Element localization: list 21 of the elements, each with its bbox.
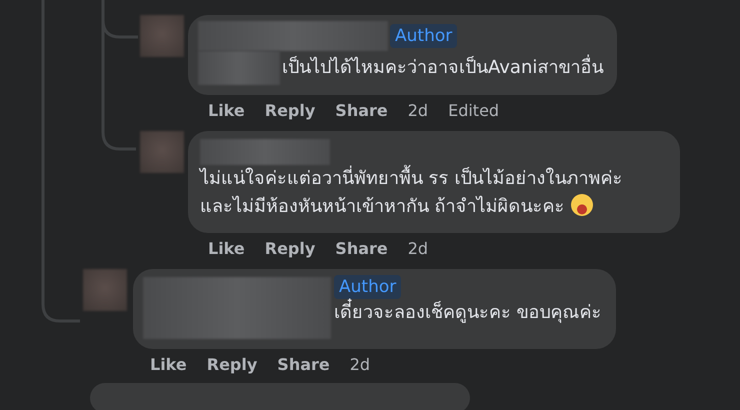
avatar-placeholder[interactable] — [140, 15, 184, 57]
timestamp[interactable]: 2d — [408, 238, 428, 258]
comment-text: เป็นไปได้ไหมคะว่าอาจเป็นAvaniสาขาอื่น — [282, 54, 604, 82]
comment-action-link[interactable]: Reply — [264, 100, 316, 120]
author-badge: Author — [390, 24, 458, 48]
timestamp[interactable]: 2d — [350, 354, 370, 374]
comment-text: เดี๋ยวจะลองเช็คดูนะคะ ขอบคุณค่ะ — [334, 299, 602, 327]
comment-action-link[interactable]: Share — [277, 354, 330, 374]
comment-action-link[interactable]: Share — [335, 100, 388, 120]
comment-action-link[interactable]: Like — [208, 100, 245, 120]
comment-text: ไม่แน่ใจค่ะแต่อวานี่พัทยาพื้น รร เป็นไม้อย่างในภาพค่ะ และไม่มีห้องหันหน้าเข้าหากัน ถ้าจำไม่ผิดนะคะ — [200, 165, 640, 221]
comment-action-link[interactable]: Like — [150, 354, 187, 374]
comment-action-link[interactable]: Share — [335, 238, 388, 258]
timestamp[interactable]: 2d — [408, 100, 428, 120]
avatar-placeholder[interactable] — [83, 269, 127, 311]
author-badge: Author — [334, 275, 402, 299]
comment-action-link[interactable]: Like — [208, 238, 245, 258]
comment-action-link[interactable]: Reply — [264, 238, 316, 258]
avatar-placeholder[interactable] — [140, 131, 184, 173]
edited-label: Edited — [448, 100, 500, 120]
comment-action-link[interactable]: Reply — [206, 354, 258, 374]
